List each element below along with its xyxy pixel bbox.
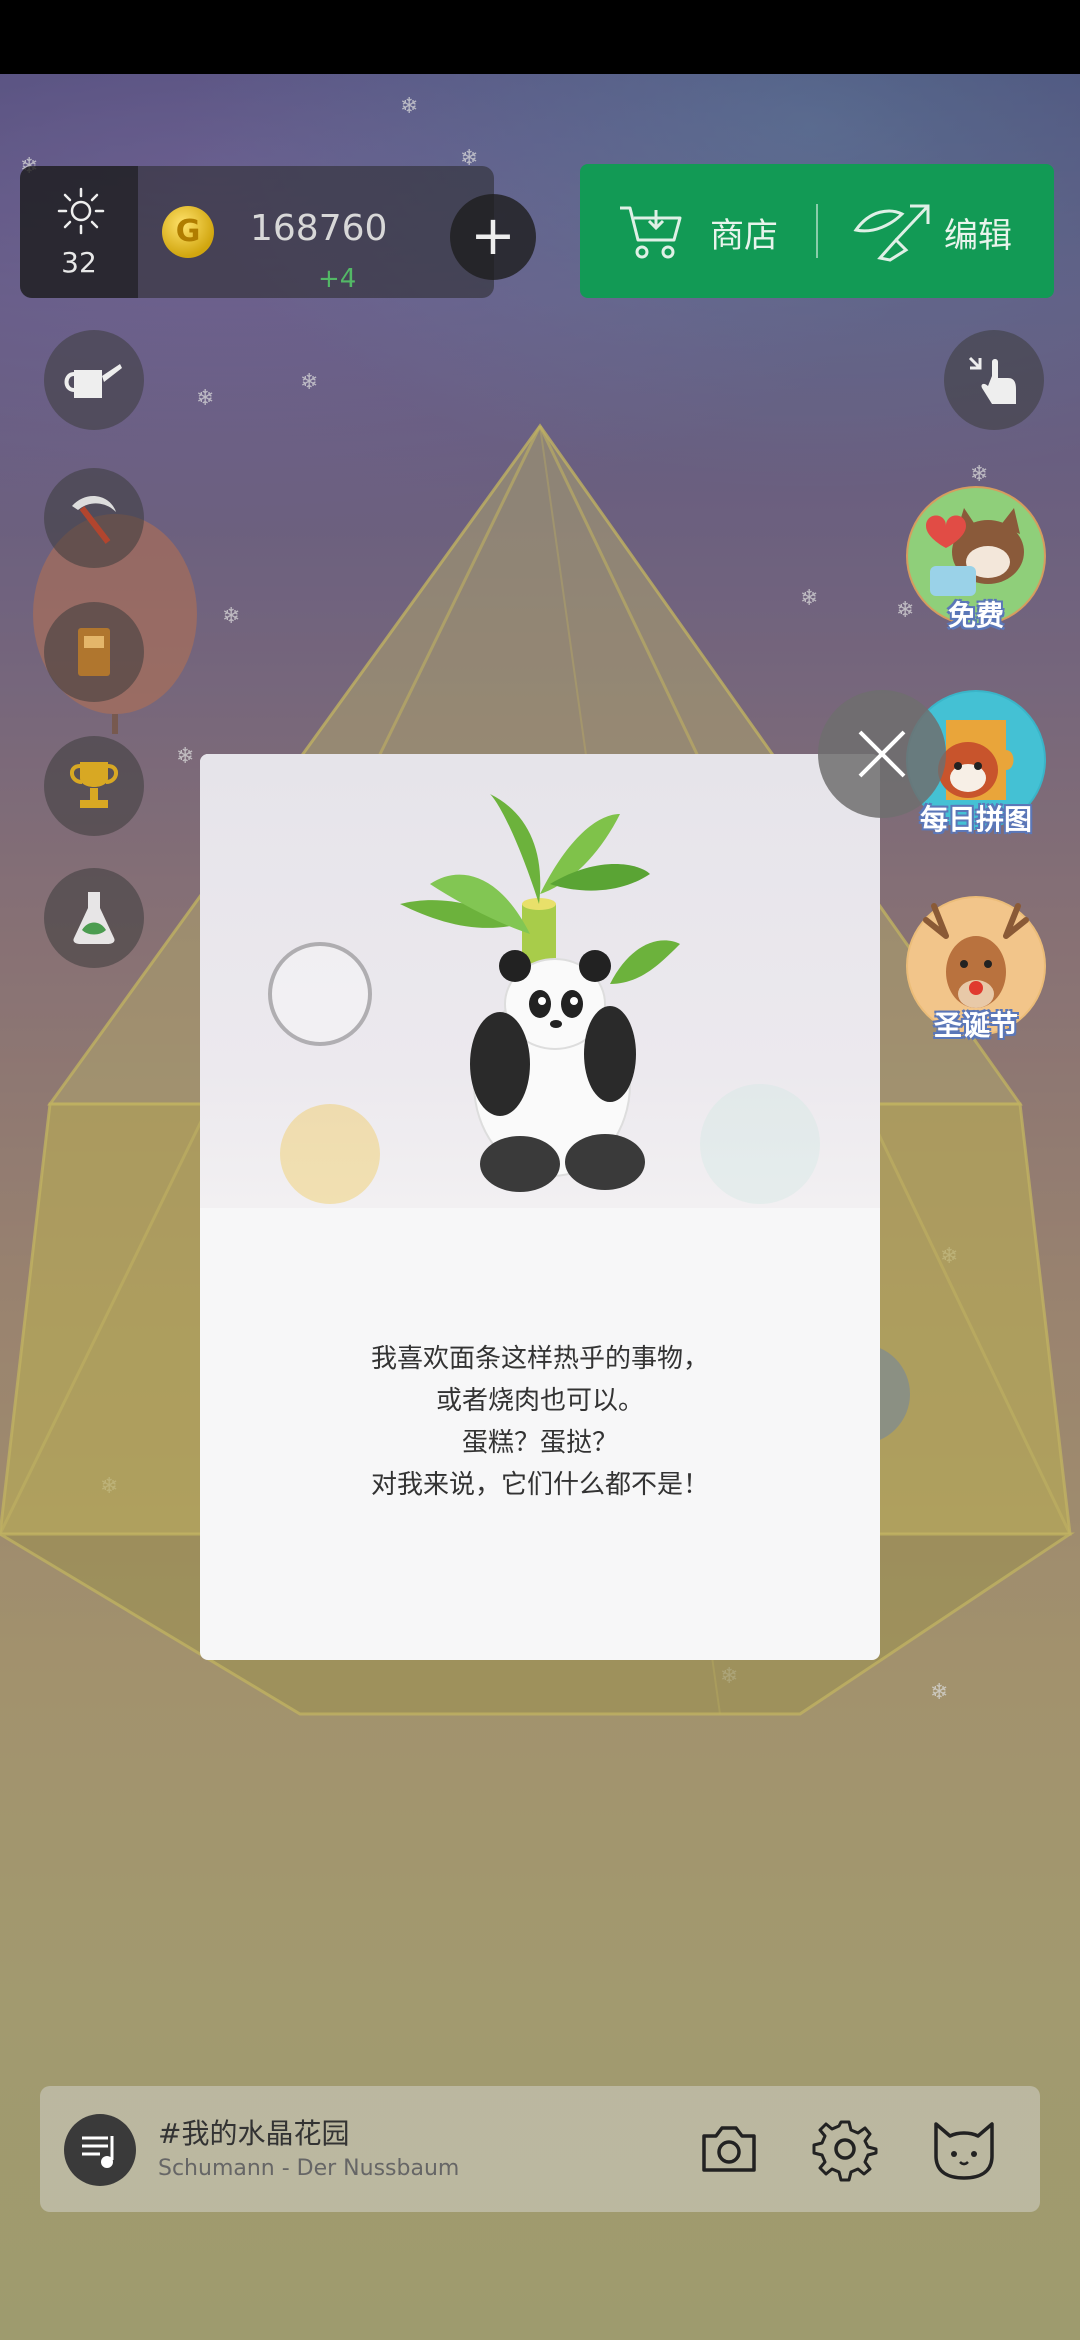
- panda-bamboo-illustration: [268, 794, 820, 1204]
- divider: [816, 204, 818, 258]
- sickle-button[interactable]: [44, 468, 144, 568]
- watering-can-icon: [64, 364, 122, 398]
- edit-button[interactable]: 编辑: [820, 164, 1054, 298]
- music-player-button[interactable]: [64, 2114, 136, 2186]
- dialog-line: 或者烧肉也可以。: [435, 1386, 644, 1416]
- music-track: Schumann - Der Nussbaum: [158, 2156, 460, 2181]
- music-note-icon: [82, 2136, 114, 2168]
- add-gold-button[interactable]: +: [450, 194, 536, 280]
- resource-panel: 32 G 168760 +4: [20, 166, 494, 298]
- book-button[interactable]: [44, 602, 144, 702]
- flask-icon: [73, 892, 115, 944]
- free-reward-label: 免费: [947, 599, 1004, 632]
- status-bar: [0, 0, 1080, 74]
- watering-can-button[interactable]: [44, 330, 144, 430]
- pointer-hand-icon: [968, 356, 1016, 404]
- panda-illustration: [200, 754, 880, 1208]
- close-dialog-button[interactable]: [818, 690, 946, 818]
- trophy-button[interactable]: [44, 736, 144, 836]
- story-dialog: 我喜欢面条这样热乎的事物， 或者烧肉也可以。 蛋糕？蛋挞？ 对我来说，它们什么都…: [200, 754, 880, 1660]
- gold-amount: 168760: [250, 208, 388, 249]
- christmas-event-label: 圣诞节: [933, 1009, 1018, 1042]
- sun-count: 32: [61, 246, 97, 279]
- dialog-message: 我喜欢面条这样热乎的事物， 或者烧肉也可以。 蛋糕？蛋挞？ 对我来说，它们什么都…: [200, 1338, 880, 1506]
- shop-label: 商店: [710, 216, 778, 256]
- music-bar: #我的水晶花园 Schumann - Der Nussbaum: [40, 2086, 1040, 2212]
- book-icon: [78, 628, 110, 676]
- camera-icon[interactable]: [696, 2116, 762, 2182]
- gardening-tools-icon: [853, 204, 930, 262]
- sickle-icon: [72, 495, 116, 544]
- shopping-cart-icon: [620, 206, 682, 259]
- shop-button[interactable]: 商店: [580, 164, 814, 298]
- top-action-panel: 商店 编辑: [580, 164, 1054, 298]
- gold-delta: +4: [318, 264, 357, 294]
- close-icon: [858, 730, 906, 778]
- dialog-line: 对我来说，它们什么都不是！: [370, 1470, 709, 1500]
- gold-coin-icon: G: [162, 206, 214, 258]
- music-title: #我的水晶花园: [158, 2117, 350, 2150]
- cat-face-icon[interactable]: [928, 2116, 1000, 2182]
- flask-button[interactable]: [44, 868, 144, 968]
- sun-icon: [57, 187, 105, 235]
- trophy-icon: [70, 762, 118, 808]
- dialog-line: 我喜欢面条这样热乎的事物，: [370, 1344, 709, 1374]
- edit-label: 编辑: [944, 216, 1012, 256]
- dialog-line: 蛋糕？蛋挞？: [461, 1428, 618, 1458]
- gear-icon[interactable]: [812, 2116, 878, 2182]
- christmas-event-button[interactable]: 圣诞节: [906, 896, 1046, 1042]
- sun-counter[interactable]: 32: [20, 166, 138, 298]
- free-reward-button[interactable]: 免费: [906, 486, 1046, 632]
- collapse-hand-button[interactable]: [944, 330, 1044, 430]
